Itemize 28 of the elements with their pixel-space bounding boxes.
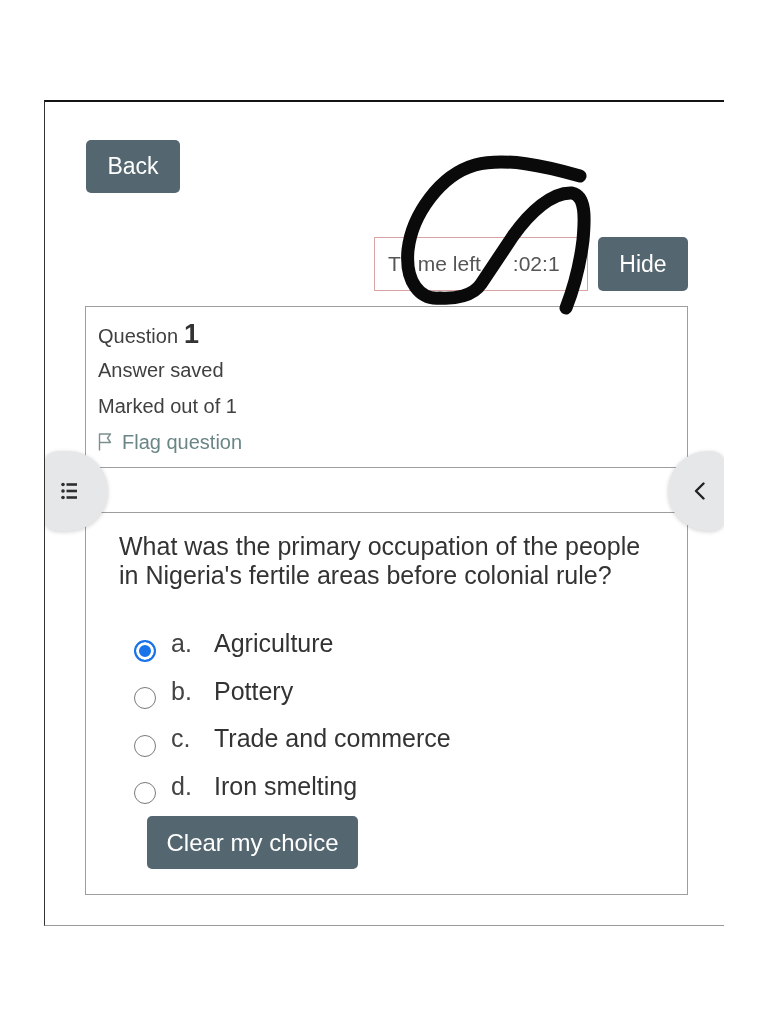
option-text[interactable]: Pottery: [214, 676, 294, 706]
list-icon: [61, 481, 77, 501]
radio-button[interactable]: [134, 687, 156, 710]
radio-button[interactable]: [134, 782, 156, 805]
drawer-toggle-button[interactable]: [45, 451, 108, 531]
option-letter: a.: [171, 629, 193, 659]
marks-text: Marked out of 1: [98, 394, 237, 419]
option-text[interactable]: Agriculture: [214, 629, 334, 659]
option-letter: d.: [171, 771, 193, 801]
blocks-toggle-button[interactable]: [668, 451, 724, 531]
answer-status: Answer saved: [98, 358, 224, 383]
option-text[interactable]: Trade and commerce: [214, 724, 451, 754]
timer-text: :02:1: [512, 252, 560, 276]
clear-choice-button[interactable]: Clear my choice: [147, 816, 358, 869]
timer-text: T: [388, 252, 401, 276]
flag-question-button[interactable]: Flag question: [98, 432, 243, 452]
radio-button[interactable]: [134, 639, 156, 662]
option-text[interactable]: Iron smelting: [214, 771, 358, 801]
question-number: 1: [184, 318, 200, 351]
back-button[interactable]: Back: [86, 140, 180, 193]
option-letter: c.: [171, 724, 192, 754]
chevron-left-icon: [694, 482, 705, 500]
radio-button[interactable]: [134, 734, 156, 757]
timer-text: me left: [417, 252, 481, 276]
option-letter: b.: [171, 676, 193, 706]
question-label: Question: [98, 324, 179, 349]
hide-button[interactable]: Hide: [598, 237, 688, 291]
question-text: What was the primary occupation of the people in Nigeria's fertile areas before colonial rule?: [119, 532, 642, 590]
